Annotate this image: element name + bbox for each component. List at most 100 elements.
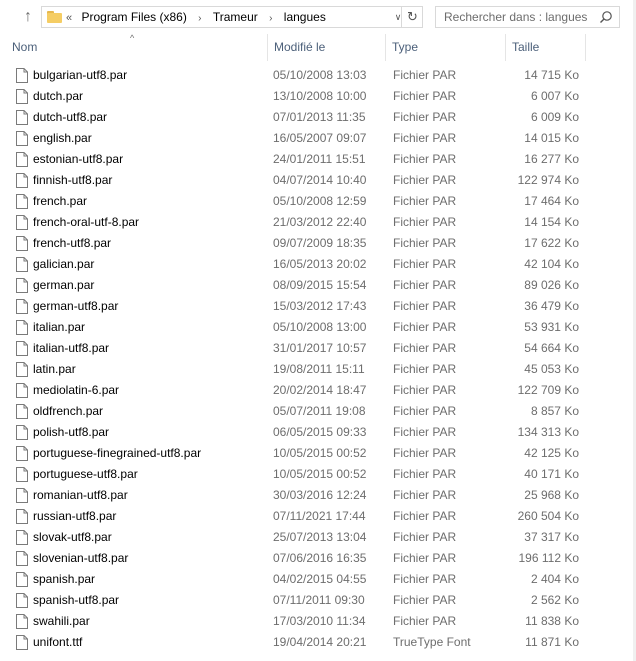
folder-icon — [47, 11, 62, 23]
file-modified-date: 09/07/2009 18:35 — [273, 236, 367, 250]
file-modified-date: 07/06/2016 16:35 — [273, 551, 367, 565]
refresh-icon[interactable]: ↻ — [401, 6, 423, 28]
breadcrumb-overflow-icon[interactable]: « — [66, 8, 72, 28]
file-row[interactable]: german.par 08/09/2015 15:54 Fichier PAR 89 … — [0, 275, 636, 296]
column-header-type[interactable]: Type — [386, 34, 506, 61]
file-row[interactable]: portuguese-utf8.par 10/05/2015 00:52 Fichi… — [0, 464, 636, 485]
search-input[interactable] — [436, 7, 604, 27]
up-arrow-icon[interactable]: ↑ — [17, 6, 39, 28]
file-size: 11 838 Ko — [525, 614, 579, 628]
file-row[interactable]: spanish.par 04/02/2015 04:55 Fichier PAR 2 … — [0, 569, 636, 590]
file-icon — [16, 152, 28, 167]
file-row[interactable]: estonian-utf8.par 24/01/2011 15:51 Fichier… — [0, 149, 636, 170]
file-row[interactable]: galician.par 16/05/2013 20:02 Fichier PAR 4… — [0, 254, 636, 275]
breadcrumb-item[interactable]: Trameur — [213, 7, 258, 27]
file-icon — [16, 236, 28, 251]
file-type: Fichier PAR — [393, 257, 457, 271]
file-modified-date: 05/10/2008 13:00 — [273, 320, 367, 334]
search-box[interactable] — [435, 6, 620, 28]
file-size: 40 171 Ko — [524, 467, 579, 481]
file-modified-date: 08/09/2015 15:54 — [273, 278, 367, 292]
file-icon — [16, 173, 28, 188]
file-row[interactable]: latin.par 19/08/2011 15:11 Fichier PAR 45 0… — [0, 359, 636, 380]
file-row[interactable]: swahili.par 17/03/2010 11:34 Fichier PAR 11… — [0, 611, 636, 632]
file-size: 42 104 Ko — [524, 257, 579, 271]
file-size: 134 313 Ko — [517, 425, 579, 439]
file-name: swahili.par — [33, 614, 90, 628]
file-icon — [16, 467, 28, 482]
file-row[interactable]: russian-utf8.par 07/11/2021 17:44 Fichier … — [0, 506, 636, 527]
file-size: 89 026 Ko — [524, 278, 579, 292]
file-modified-date: 04/02/2015 04:55 — [273, 572, 367, 586]
file-icon — [16, 635, 28, 650]
file-row[interactable]: slovenian-utf8.par 07/06/2016 16:35 Fichie… — [0, 548, 636, 569]
file-size: 14 154 Ko — [524, 215, 579, 229]
file-icon — [16, 614, 28, 629]
file-size: 260 504 Ko — [517, 509, 579, 523]
search-icon[interactable] — [599, 10, 613, 24]
file-modified-date: 05/07/2011 19:08 — [273, 404, 366, 418]
file-name: french-utf8.par — [33, 236, 112, 250]
column-header-date[interactable]: Modifié le — [268, 34, 386, 61]
address-bar[interactable]: « Program Files (x86) › Trameur › langue… — [41, 6, 423, 28]
file-size: 122 709 Ko — [517, 383, 579, 397]
column-header-name[interactable]: Nom — [6, 34, 268, 61]
file-row[interactable]: french-utf8.par 09/07/2009 18:35 Fichier P… — [0, 233, 636, 254]
file-name: portuguese-utf8.par — [33, 467, 138, 481]
file-type: Fichier PAR — [393, 467, 457, 481]
file-icon — [16, 509, 28, 524]
file-icon — [16, 530, 28, 545]
file-row[interactable]: spanish-utf8.par 07/11/2011 09:30 Fichier … — [0, 590, 636, 611]
file-name: french.par — [33, 194, 88, 208]
file-icon — [16, 551, 28, 566]
file-row[interactable]: oldfrench.par 05/07/2011 19:08 Fichier PAR… — [0, 401, 636, 422]
file-row[interactable]: polish-utf8.par 06/05/2015 09:33 Fichier P… — [0, 422, 636, 443]
column-header-size[interactable]: Taille — [506, 34, 586, 61]
file-size: 45 053 Ko — [524, 362, 579, 376]
file-modified-date: 30/03/2016 12:24 — [273, 488, 367, 502]
file-row[interactable]: german-utf8.par 15/03/2012 17:43 Fichier P… — [0, 296, 636, 317]
file-modified-date: 07/11/2011 09:30 — [273, 593, 365, 607]
file-name: estonian-utf8.par — [33, 152, 124, 166]
file-modified-date: 20/02/2014 18:47 — [273, 383, 367, 397]
file-modified-date: 07/11/2021 17:44 — [273, 509, 366, 523]
file-modified-date: 04/07/2014 10:40 — [273, 173, 367, 187]
file-row[interactable]: french-oral-utf-8.par 21/03/2012 22:40 Fic… — [0, 212, 636, 233]
file-row[interactable]: bulgarian-utf8.par 05/10/2008 13:03 Fichie… — [0, 65, 636, 86]
file-type: Fichier PAR — [393, 593, 457, 607]
file-size: 17 464 Ko — [524, 194, 579, 208]
file-size: 2 562 Ko — [530, 593, 579, 607]
chevron-right-icon[interactable]: › — [198, 9, 201, 29]
file-modified-date: 24/01/2011 15:51 — [273, 152, 366, 166]
file-row[interactable]: slovak-utf8.par 25/07/2013 13:04 Fichier P… — [0, 527, 636, 548]
file-size: 8 857 Ko — [530, 404, 579, 418]
file-type: Fichier PAR — [393, 110, 457, 124]
file-type: Fichier PAR — [393, 341, 457, 355]
file-name: slovenian-utf8.par — [33, 551, 129, 565]
file-type: Fichier PAR — [393, 152, 457, 166]
file-modified-date: 10/05/2015 00:52 — [273, 446, 367, 460]
file-name: spanish-utf8.par — [33, 593, 120, 607]
file-name: oldfrench.par — [33, 404, 104, 418]
file-row[interactable]: italian-utf8.par 31/01/2017 10:57 Fichier … — [0, 338, 636, 359]
file-row[interactable]: mediolatin-6.par 20/02/2014 18:47 Fichier … — [0, 380, 636, 401]
file-row[interactable]: unifont.ttf 19/04/2014 20:21 TrueType Font… — [0, 632, 636, 653]
breadcrumb-item[interactable]: langues — [284, 7, 326, 27]
file-row[interactable]: dutch.par 13/10/2008 10:00 Fichier PAR 6 00… — [0, 86, 636, 107]
file-row[interactable]: romanian-utf8.par 30/03/2016 12:24 Fichier… — [0, 485, 636, 506]
file-size: 53 931 Ko — [524, 320, 579, 334]
file-type: Fichier PAR — [393, 551, 457, 565]
file-row[interactable]: finnish-utf8.par 04/07/2014 10:40 Fichier … — [0, 170, 636, 191]
file-modified-date: 07/01/2013 11:35 — [273, 110, 366, 124]
file-row[interactable]: english.par 16/05/2007 09:07 Fichier PAR 14… — [0, 128, 636, 149]
file-row[interactable]: italian.par 05/10/2008 13:00 Fichier PAR 53… — [0, 317, 636, 338]
chevron-right-icon[interactable]: › — [269, 9, 272, 29]
file-name: latin.par — [33, 362, 76, 376]
file-icon — [16, 383, 28, 398]
file-name: romanian-utf8.par — [33, 488, 128, 502]
file-row[interactable]: dutch-utf8.par 07/01/2013 11:35 Fichier PA… — [0, 107, 636, 128]
file-row[interactable]: french.par 05/10/2008 12:59 Fichier PAR 17 … — [0, 191, 636, 212]
breadcrumb-item[interactable]: Program Files (x86) — [81, 7, 186, 27]
file-row[interactable]: portuguese-finegrained-utf8.par 10/05/201… — [0, 443, 636, 464]
file-type: Fichier PAR — [393, 446, 457, 460]
